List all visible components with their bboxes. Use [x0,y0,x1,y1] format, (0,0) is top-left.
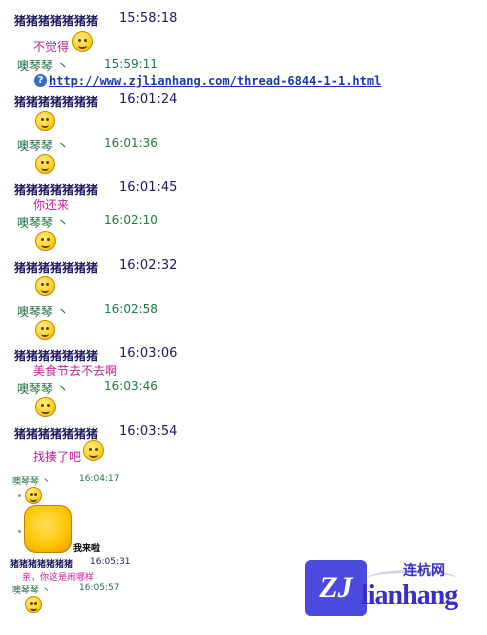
timestamp: 16:05:57 [79,583,120,593]
message-text: 不觉得 [33,40,70,54]
bullet-dot [18,530,21,533]
bullet-dot [18,494,21,497]
sender-name: 噢琴琴 丶 [17,139,69,153]
sender-name: 噢琴琴 丶 [17,382,69,396]
shocked-emoji-icon [83,440,104,461]
question-icon: ? [34,74,47,87]
smile-emoji-icon [25,487,42,504]
timestamp: 16:02:58 [104,302,158,316]
watermark-logo: ZJ [305,560,367,616]
sender-name: 噢琴琴 丶 [17,59,69,73]
smile-emoji-icon [72,31,93,52]
message-text: 你还来 [33,198,70,212]
watermark-brand-text: lianhang [361,580,458,611]
sender-name: 噢琴琴 丶 [12,477,51,487]
timestamp: 16:01:45 [119,180,178,195]
timestamp: 16:01:24 [119,92,178,107]
sender-name: 猪猪猪猪猪猪猪 [10,560,74,570]
squint-emoji-icon [35,276,55,296]
message-text: 美食节去不去啊 [33,364,118,378]
timestamp: 16:04:17 [79,474,120,484]
thread-link[interactable]: http://www.zjlianhang.com/thread-6844-1-… [49,74,381,88]
sender-name: 猪猪猪猪猪猪猪 [14,261,99,275]
sender-name: 猪猪猪猪猪猪猪 [14,95,99,109]
timestamp: 16:05:31 [90,557,131,567]
sender-name: 噢琴琴 丶 [17,305,69,319]
happy-emoji-icon [35,397,56,417]
sticker-image [24,505,72,553]
lianhang-watermark: ZJ 连杭网 lianhang [305,556,477,622]
sender-name: 猪猪猪猪猪猪猪 [14,14,99,28]
message-text: 亲，你这是闹哪样 [22,573,95,583]
timestamp: 16:01:36 [104,136,158,150]
watermark-cn-text: 连杭网 [403,563,445,579]
grin-emoji-icon [35,231,56,251]
timestamp: 15:58:18 [119,11,178,26]
timestamp: 16:03:54 [119,424,178,439]
timestamp: 16:02:32 [119,258,178,273]
sender-name: 猪猪猪猪猪猪猪 [14,427,99,441]
timestamp: 15:59:11 [104,57,158,71]
smirk-emoji-icon [35,154,55,174]
smug-emoji-icon [35,320,55,340]
sticker-caption: 我来啦 [73,544,101,554]
sender-name: 噢琴琴 丶 [12,586,51,596]
timestamp: 16:03:46 [104,379,158,393]
message-text: 找揍了吧 [33,450,82,464]
grin-emoji-icon [25,596,42,613]
timestamp: 16:02:10 [104,213,158,227]
timestamp: 16:03:06 [119,346,178,361]
sender-name: 噢琴琴 丶 [17,216,69,230]
laugh-emoji-icon [35,111,55,131]
